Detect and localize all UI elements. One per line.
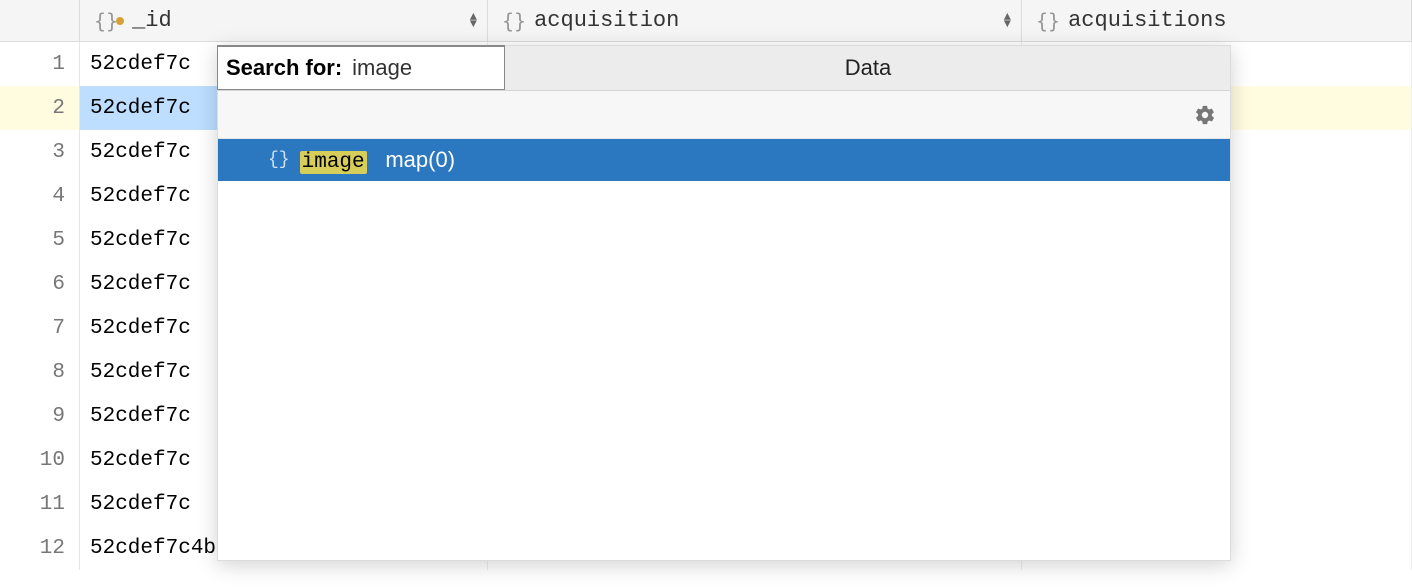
column-header-acquisition-label: acquisition (534, 8, 679, 33)
tab-data[interactable]: Data (506, 46, 1230, 90)
row-number: 8 (0, 350, 80, 394)
column-header-acquisition[interactable]: {} acquisition ▲▼ (488, 0, 1022, 41)
search-label: Search for: (226, 55, 342, 81)
popup-toolbar (218, 91, 1230, 139)
row-number: 4 (0, 174, 80, 218)
search-input[interactable]: image (352, 55, 412, 81)
search-result-item[interactable]: {} image map(0) (218, 139, 1230, 181)
search-box[interactable]: Search for: image (217, 45, 505, 90)
row-number: 9 (0, 394, 80, 438)
row-number: 3 (0, 130, 80, 174)
row-number: 7 (0, 306, 80, 350)
corner-cell (0, 0, 80, 41)
row-number: 5 (0, 218, 80, 262)
row-number: 11 (0, 482, 80, 526)
row-number: 1 (0, 42, 80, 86)
column-header-acquisitions-label: acquisitions (1068, 8, 1226, 33)
object-icon: {} (1036, 9, 1060, 33)
column-header-id-label: _id (132, 8, 172, 33)
row-number: 10 (0, 438, 80, 482)
gear-icon[interactable] (1194, 104, 1216, 126)
object-icon: {} (268, 150, 290, 170)
sort-icon[interactable]: ▲▼ (470, 14, 477, 27)
search-popup: Search for: image Data {} image map(0) (217, 45, 1231, 561)
popup-header: Search for: image Data (218, 46, 1230, 91)
row-number: 12 (0, 526, 80, 570)
sort-icon[interactable]: ▲▼ (1004, 14, 1011, 27)
column-header-id[interactable]: {} _id ▲▼ (80, 0, 488, 41)
popup-body (218, 181, 1230, 560)
column-header-acquisitions[interactable]: {} acquisitions (1022, 0, 1412, 41)
object-icon: {} (502, 9, 526, 33)
column-header-row: {} _id ▲▼ {} acquisition ▲▼ {} acquisiti… (0, 0, 1412, 42)
match-highlight: image (300, 151, 367, 174)
object-key-icon: {} (94, 9, 124, 33)
row-number: 6 (0, 262, 80, 306)
row-number: 2 (0, 86, 80, 130)
